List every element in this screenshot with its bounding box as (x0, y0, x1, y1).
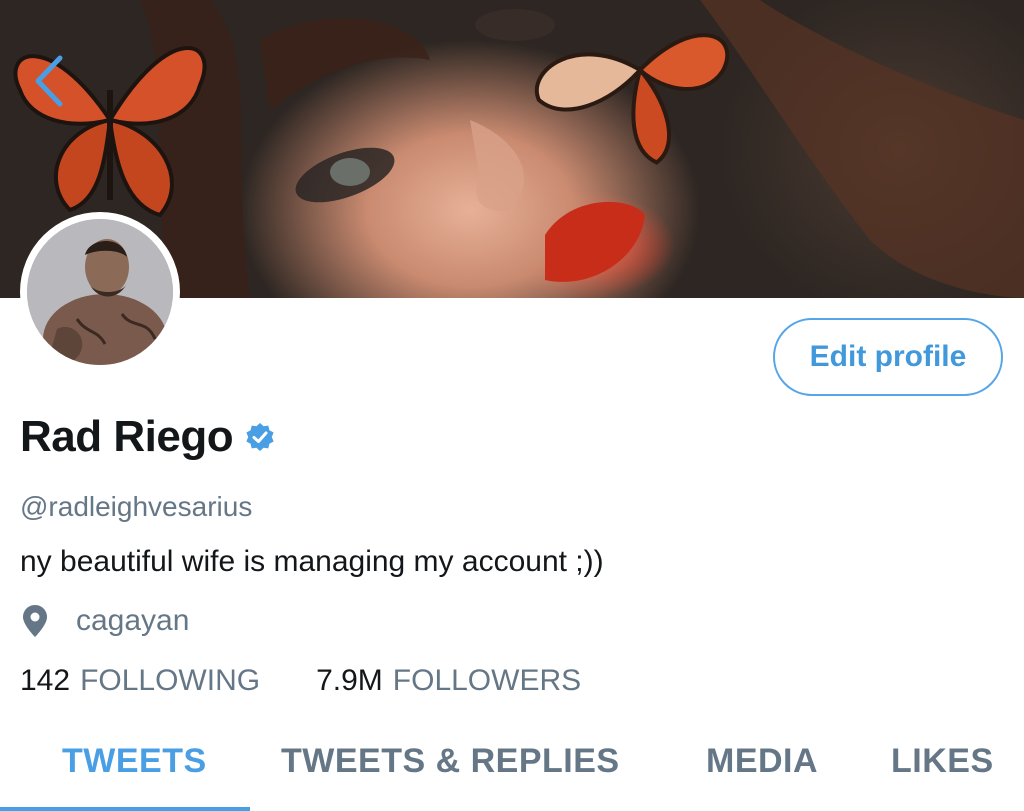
profile-stats: 142 FOLLOWING 7.9M FOLLOWERS (20, 664, 581, 698)
avatar[interactable] (20, 212, 180, 372)
avatar-image (27, 219, 173, 365)
profile-handle: @radleighvesarius (20, 491, 253, 522)
profile-location: cagayan (76, 604, 190, 637)
location-pin-icon (23, 605, 47, 637)
following-label: FOLLOWING (80, 664, 261, 697)
active-tab-indicator (0, 807, 250, 811)
profile-name-row: Rad Riego (20, 412, 275, 462)
back-button[interactable] (28, 54, 72, 108)
chevron-left-icon (35, 55, 63, 107)
tab-tweets-and-replies[interactable]: TWEETS & REPLIES (281, 742, 620, 781)
followers-count: 7.9M (316, 664, 383, 697)
followers-stat[interactable]: 7.9M FOLLOWERS (316, 664, 581, 698)
tab-likes[interactable]: LIKES (891, 742, 994, 781)
profile-location-row: cagayan (22, 604, 189, 638)
verified-badge-icon (246, 423, 274, 451)
followers-label: FOLLOWERS (392, 664, 582, 697)
tab-media[interactable]: MEDIA (706, 742, 818, 781)
edit-profile-button[interactable]: Edit profile (773, 318, 1003, 396)
following-count: 142 (20, 664, 71, 697)
profile-bio: ny beautiful wife is managing my account… (20, 545, 604, 578)
following-stat[interactable]: 142 FOLLOWING (20, 664, 260, 698)
display-name: Rad Riego (20, 412, 234, 461)
tab-tweets[interactable]: TWEETS (62, 742, 207, 781)
profile-tabs: TWEETS TWEETS & REPLIES MEDIA LIKES (0, 734, 1024, 811)
